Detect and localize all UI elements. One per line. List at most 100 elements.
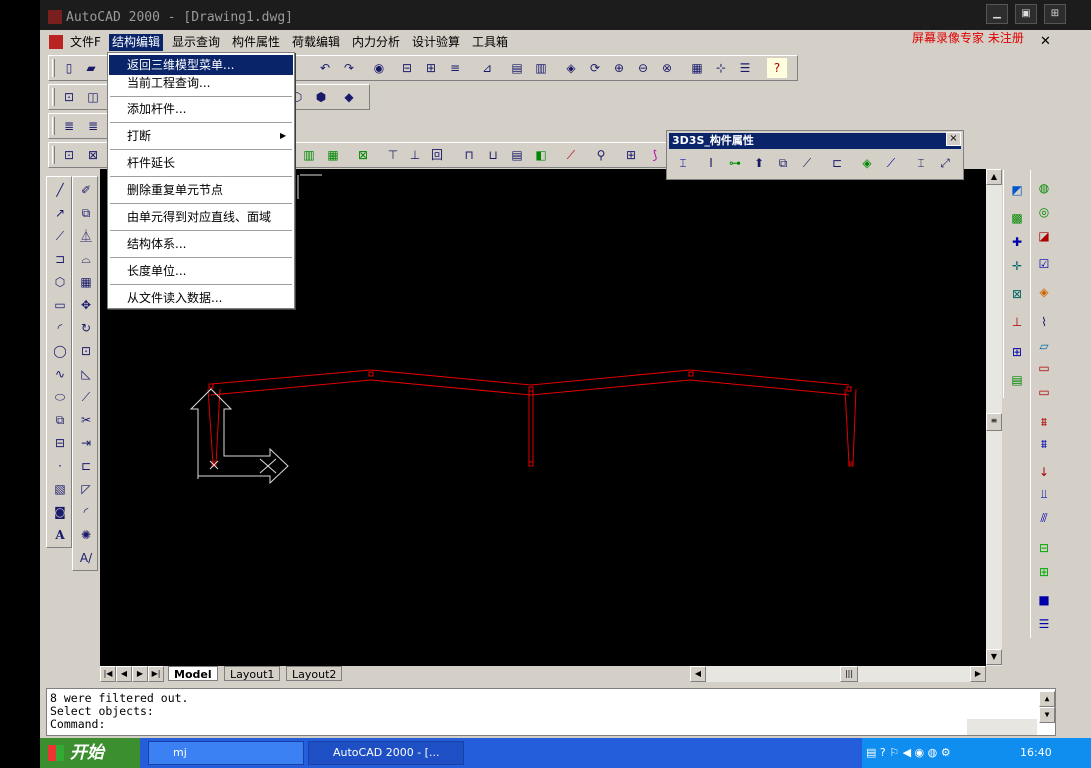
tool-icon[interactable]: ☑ [1034,254,1054,274]
tool-icon[interactable]: ▥ [299,145,319,165]
command-prompt[interactable]: Command: [50,718,1055,731]
tool-icon[interactable]: ◎ [1034,202,1054,222]
task-button-mj[interactable]: mj [148,741,304,765]
app-menu-icon[interactable] [49,35,63,49]
tool-icon[interactable]: ◆ [339,87,359,107]
polyline-icon[interactable]: ⊐ [50,249,70,269]
tab-first-icon[interactable]: |◀ [100,666,116,682]
menu-break[interactable]: 打断 [109,126,293,146]
polyline-icon[interactable]: ⟋ [50,226,70,246]
insert-icon[interactable]: ⊟ [50,433,70,453]
tool-icon[interactable]: ⤢ [935,153,955,173]
tool-icon[interactable]: ⊹ [711,58,731,78]
tool-icon[interactable]: ⊔ [483,145,503,165]
menu-read-from-file[interactable]: 从文件读入数据... [109,288,293,308]
command-window[interactable]: 8 were filtered out. Select objects: Com… [46,688,1056,736]
tool-icon[interactable]: ▤ [507,58,527,78]
array-icon[interactable]: ▦ [76,272,96,292]
tab-model[interactable]: Model [168,666,218,681]
tool-icon[interactable]: ▭ [1034,358,1054,378]
tool-icon[interactable]: ▭ [1034,382,1054,402]
tab-layout1[interactable]: Layout1 [224,666,281,681]
menu-display-query[interactable]: 显示查询 [169,34,223,51]
tool-icon[interactable]: ⫫ [1034,484,1054,504]
menu-design-check[interactable]: 设计验算 [409,34,463,51]
cmd-scroll-up-icon[interactable]: ▲ [1039,691,1055,707]
tool-icon[interactable]: ⊡ [59,87,79,107]
tool-icon[interactable]: 回 [427,145,447,165]
tool-icon[interactable]: ≣ [59,116,79,136]
cmd-scroll-down-icon[interactable]: ▼ [1039,707,1055,723]
globe-icon[interactable]: ◉ [369,58,389,78]
lengthen-icon[interactable]: ⟋ [76,387,96,407]
tool-icon[interactable]: ⧉ [773,153,793,173]
ray-icon[interactable]: ↗ [50,203,70,223]
tool-icon[interactable]: ⫻ [1034,508,1054,528]
tool-icon[interactable]: ▦ [323,145,343,165]
tool-icon[interactable]: ▦ [687,58,707,78]
tool-icon[interactable]: ⊡ [59,145,79,165]
arc-icon[interactable]: ◜ [50,318,70,338]
scale-icon[interactable]: ⊡ [76,341,96,361]
tool-icon[interactable]: ⊓ [459,145,479,165]
tool-icon[interactable]: ⊞ [421,58,441,78]
tool-icon[interactable]: ◍ [1034,178,1054,198]
menu-delete-duplicate[interactable]: 删除重复单元节点 [109,180,293,200]
scroll-down-icon[interactable]: ▼ [986,649,1002,665]
spline-icon[interactable]: ∿ [50,364,70,384]
tool-icon[interactable]: ⩩ [1034,434,1054,454]
tray-icons[interactable]: ▤ ? ⚐ ◀ ◉ ◍ ⚙ [866,746,951,759]
redo-icon[interactable]: ↷ [339,58,359,78]
menu-load-edit[interactable]: 荷载编辑 [289,34,343,51]
tool-icon[interactable]: ◫ [83,87,103,107]
menu-element-to-lines[interactable]: 由单元得到对应直线、面域 [109,207,293,227]
tool-icon[interactable]: ◈ [1034,282,1054,302]
tool-icon[interactable]: ≡ [445,58,465,78]
tool-icon[interactable]: ◧ [531,145,551,165]
zoom-icon[interactable]: ⊕ [609,58,629,78]
menu-structure-system[interactable]: 结构体系... [109,234,293,254]
tool-icon[interactable]: ⊞ [621,145,641,165]
close-icon[interactable]: ✕ [1040,34,1051,49]
tool-icon[interactable]: ⟋ [881,153,901,173]
scroll-thumb[interactable]: ||| [840,666,858,682]
block-icon[interactable]: ⧉ [50,410,70,430]
open-icon[interactable]: ▰ [81,58,101,78]
restore-icon[interactable]: ▣ [1015,4,1037,24]
tool-icon[interactable]: ⊞ [1007,342,1027,362]
tool-icon[interactable]: ≣ [83,116,103,136]
tool-icon[interactable]: ⊿ [477,58,497,78]
text-icon[interactable]: A [50,525,70,545]
tool-icon[interactable]: ⌶ [911,153,931,173]
erase-icon[interactable]: ✐ [76,180,96,200]
task-button-autocad[interactable]: AutoCAD 2000 - [... [308,741,464,765]
menu-member-properties[interactable]: 构件属性 [229,34,283,51]
tool-icon[interactable]: ⟆ [645,145,665,165]
menu-current-project-query[interactable]: 当前工程查询... [109,73,293,93]
tool-icon[interactable]: ⊠ [353,145,373,165]
tool-icon[interactable]: ⊶ [725,153,745,173]
tool-icon[interactable]: ⊥ [1007,312,1027,332]
tool-icon[interactable]: ◩ [1007,180,1027,200]
ellipse-icon[interactable]: ⬭ [50,387,70,407]
scroll-thumb[interactable]: ≡ [986,413,1002,431]
explode-icon[interactable]: ✺ [76,525,96,545]
tool-icon[interactable]: ⊥ [405,145,425,165]
tool-icon[interactable]: ☰ [1034,614,1054,634]
rectangle-icon[interactable]: ▭ [50,295,70,315]
tool-icon[interactable]: ⊠ [83,145,103,165]
tool-icon[interactable]: ⊤ [383,145,403,165]
tool-icon[interactable]: ⊟ [1034,538,1054,558]
tool-icon[interactable]: ⚲ [591,145,611,165]
new-icon[interactable]: ▯ [59,58,79,78]
rotate-icon[interactable]: ↻ [76,318,96,338]
menu-extend-member[interactable]: 杆件延长 [109,153,293,173]
tool-icon[interactable]: ☰ [735,58,755,78]
tab-prev-icon[interactable]: ◀ [116,666,132,682]
menu-length-unit[interactable]: 长度单位... [109,261,293,281]
hatch-icon[interactable]: ▧ [50,479,70,499]
zoom-icon[interactable]: ⊖ [633,58,653,78]
menu-toolbox[interactable]: 工具箱 [469,34,511,51]
offset-icon[interactable]: ⌓ [76,249,96,269]
text-edit-icon[interactable]: A/ [76,548,96,568]
